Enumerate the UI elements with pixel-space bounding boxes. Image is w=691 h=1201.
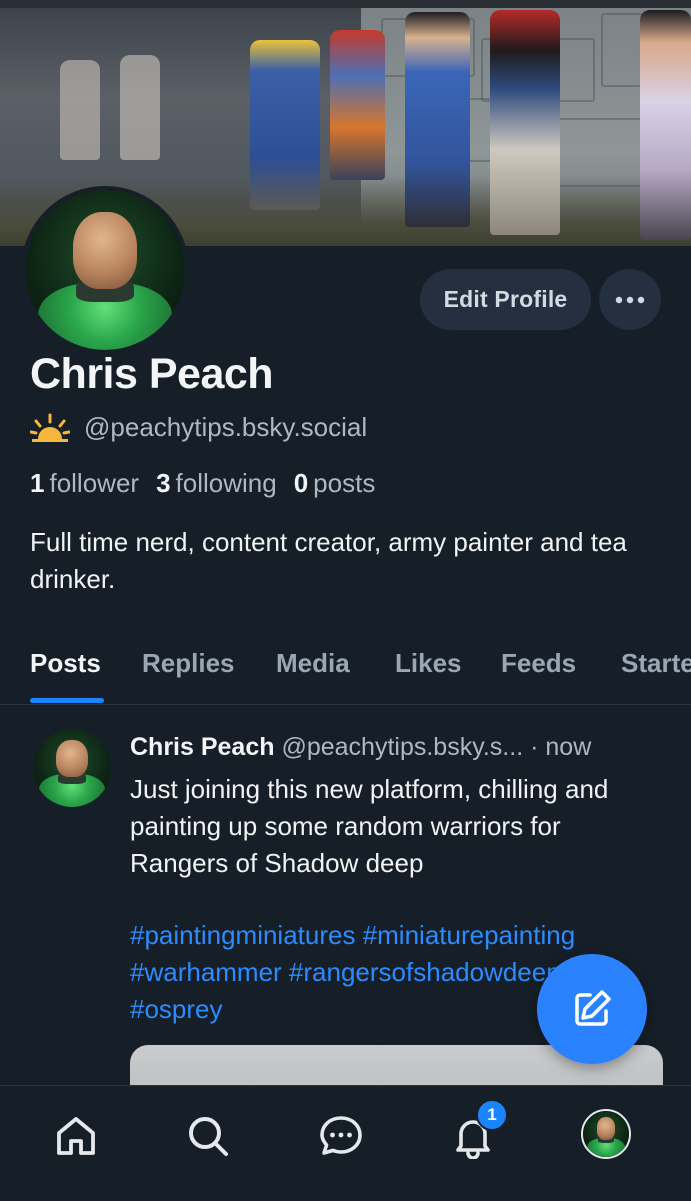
banner-figure bbox=[490, 10, 560, 235]
banner-figure bbox=[250, 40, 320, 210]
more-options-button[interactable] bbox=[599, 269, 661, 330]
avatar-image bbox=[33, 729, 111, 807]
tab-likes[interactable]: Likes bbox=[395, 648, 462, 679]
profile-stats: 1 follower 3 following 0 posts bbox=[30, 468, 392, 499]
following-count: 3 bbox=[156, 468, 171, 498]
tab-starter-packs[interactable]: Starte bbox=[621, 648, 691, 679]
search-icon bbox=[189, 1117, 228, 1156]
profile-tabs: Posts Replies Media Likes Feeds Starte bbox=[0, 640, 691, 705]
edit-profile-button[interactable]: Edit Profile bbox=[420, 269, 591, 330]
following-label: following bbox=[175, 468, 277, 498]
followers-label: follower bbox=[49, 468, 140, 498]
home-icon bbox=[57, 1117, 95, 1155]
profile-avatar[interactable] bbox=[21, 186, 189, 354]
profile-bio: Full time nerd, content creator, army pa… bbox=[30, 527, 627, 594]
followers-count: 1 bbox=[30, 468, 45, 498]
nav-profile-avatar[interactable] bbox=[581, 1109, 631, 1159]
chat-icon bbox=[320, 1116, 362, 1155]
nav-chat[interactable] bbox=[315, 1110, 367, 1162]
ellipsis-icon bbox=[615, 296, 645, 303]
status-strip bbox=[0, 0, 691, 8]
notifications-badge: 1 bbox=[476, 1099, 508, 1131]
posts-stat: 0 posts bbox=[294, 468, 376, 499]
post-author-name[interactable]: Chris Peach bbox=[130, 733, 275, 761]
post-text: Just joining this new platform, chilling… bbox=[130, 774, 609, 878]
display-name: Chris Peach bbox=[30, 350, 274, 398]
banner-figure bbox=[60, 60, 100, 160]
tab-replies[interactable]: Replies bbox=[142, 648, 235, 679]
compose-button[interactable] bbox=[537, 954, 647, 1064]
banner-figure bbox=[330, 30, 385, 180]
posts-count: 0 bbox=[293, 468, 309, 498]
posts-label: posts bbox=[313, 468, 376, 498]
avatar-image bbox=[583, 1111, 629, 1157]
sunrise-icon bbox=[30, 413, 70, 442]
banner-figure bbox=[640, 10, 691, 240]
post-author-avatar[interactable] bbox=[33, 729, 111, 807]
tab-posts[interactable]: Posts bbox=[30, 648, 101, 679]
banner-figure bbox=[405, 12, 470, 227]
profile-handle: @peachytips.bsky.social bbox=[84, 412, 368, 442]
followers-link[interactable]: 1 follower bbox=[30, 468, 139, 499]
banner-figure bbox=[120, 55, 160, 160]
post-author-handle[interactable]: @peachytips.bsky.s... bbox=[281, 733, 523, 761]
tab-media[interactable]: Media bbox=[276, 648, 350, 679]
avatar-image bbox=[25, 190, 185, 350]
following-link[interactable]: 3 following bbox=[156, 468, 277, 499]
compose-icon bbox=[575, 990, 611, 1026]
post-meta: Chris Peach @peachytips.bsky.s... · now bbox=[130, 733, 670, 762]
handle-row: @peachytips.bsky.social bbox=[30, 412, 367, 443]
active-tab-indicator bbox=[30, 698, 104, 703]
nav-home[interactable] bbox=[50, 1110, 102, 1162]
tab-feeds[interactable]: Feeds bbox=[501, 648, 576, 679]
post-timestamp: · now bbox=[530, 733, 592, 761]
nav-search[interactable] bbox=[182, 1110, 234, 1162]
